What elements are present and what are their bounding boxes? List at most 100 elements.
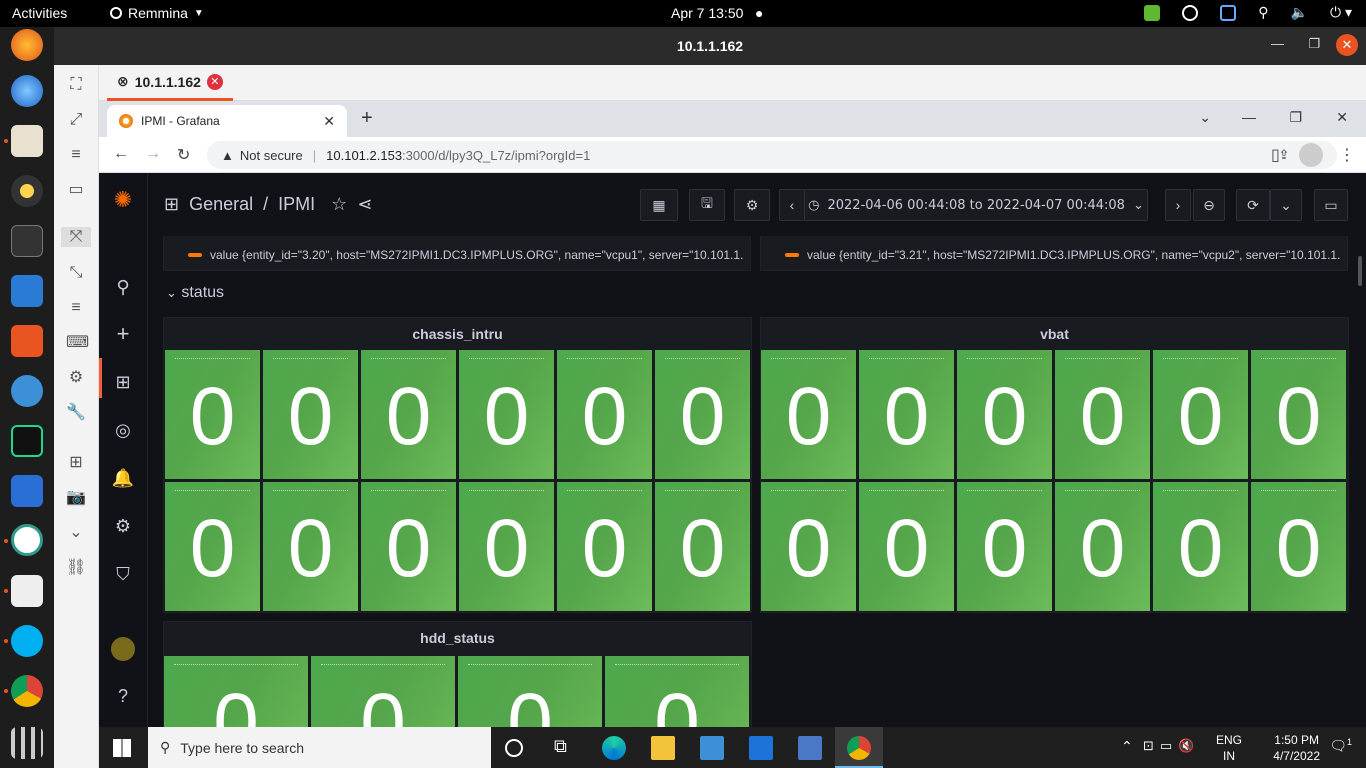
search-icon[interactable]: ⚲ bbox=[111, 275, 135, 299]
volume-icon[interactable]: 🔈 bbox=[1291, 4, 1308, 21]
breadcrumb-dashboard[interactable]: IPMI bbox=[278, 194, 315, 215]
explore-icon[interactable]: ◎ bbox=[111, 418, 135, 442]
menu-icon[interactable]: ≡ bbox=[66, 145, 86, 165]
taskbar-clock[interactable]: 1:50 PM 4/7/2022 bbox=[1273, 732, 1320, 764]
zoom-out-button[interactable]: ⊖ bbox=[1193, 189, 1225, 221]
close-button[interactable]: ✕ bbox=[1336, 34, 1358, 56]
mail-icon[interactable] bbox=[749, 736, 773, 760]
stat-tile[interactable]: 0 bbox=[361, 350, 456, 479]
panel-hdd-status[interactable]: hdd_status 0 0 0 0 bbox=[163, 621, 752, 727]
minimize-button[interactable]: — bbox=[1242, 109, 1256, 125]
restore-button[interactable]: ❐ bbox=[1289, 109, 1302, 126]
panel-title[interactable]: hdd_status bbox=[164, 630, 751, 646]
disconnect-icon[interactable]: ⛓ bbox=[66, 558, 86, 578]
store-icon[interactable] bbox=[700, 736, 724, 760]
stat-tile[interactable]: 0 bbox=[655, 482, 750, 611]
menu-icon[interactable]: ≡ bbox=[66, 298, 86, 318]
text-editor-icon[interactable] bbox=[11, 575, 43, 607]
back-icon[interactable]: ← bbox=[113, 145, 129, 163]
window-icon[interactable]: ▭ bbox=[66, 180, 86, 200]
resize-icon[interactable]: ⤡ bbox=[66, 263, 86, 283]
show-apps-icon[interactable] bbox=[11, 727, 43, 759]
tools-icon[interactable]: 🔧 bbox=[66, 403, 86, 423]
writer-icon[interactable] bbox=[11, 275, 43, 307]
address-bar[interactable]: ▲ Not secure | 10.101.2.153:3000/d/lpy3Q… bbox=[207, 141, 1337, 169]
app-menu[interactable]: Remmina ▼ bbox=[110, 5, 204, 21]
stat-tile[interactable]: 0 bbox=[859, 482, 954, 611]
vpn-app-icon[interactable] bbox=[11, 475, 43, 507]
notification-icon[interactable]: 🗨1 bbox=[1329, 737, 1352, 755]
panel-vbat[interactable]: vbat 000000000000 bbox=[760, 317, 1349, 613]
activities-button[interactable]: Activities bbox=[12, 5, 67, 21]
new-tab-button[interactable]: + bbox=[361, 107, 373, 130]
task-view-icon[interactable]: ⧉ bbox=[554, 736, 578, 760]
stat-tile[interactable]: 0 bbox=[263, 482, 358, 611]
legend-item[interactable]: value {entity_id="3.20", host="MS272IPMI… bbox=[188, 248, 743, 262]
power-icon[interactable]: ⏻ ▾ bbox=[1330, 4, 1352, 21]
panel-title[interactable]: chassis_intru bbox=[164, 326, 751, 342]
close-window-button[interactable]: ✕ bbox=[1336, 109, 1348, 126]
dashboard-row-status[interactable]: ⌄ status bbox=[166, 284, 224, 302]
vpn-shield-icon[interactable] bbox=[1220, 4, 1237, 21]
share-icon[interactable]: ⇪ bbox=[1278, 147, 1289, 163]
stat-tile[interactable]: 0 bbox=[859, 350, 954, 479]
stat-tile[interactable]: 0 bbox=[459, 482, 554, 611]
url-text[interactable]: 10.101.2.153:3000/d/lpy3Q_L7z/ipmi?orgId… bbox=[326, 148, 590, 163]
dashboard-settings-button[interactable]: ⚙ bbox=[734, 189, 770, 221]
stat-tile[interactable]: 0 bbox=[761, 350, 856, 479]
scrollbar[interactable] bbox=[1358, 256, 1362, 286]
shield-check-icon[interactable] bbox=[1144, 4, 1161, 21]
stat-tile[interactable]: 0 bbox=[761, 482, 856, 611]
stat-tile[interactable]: 0 bbox=[1251, 482, 1346, 611]
stat-tile[interactable]: 0 bbox=[1251, 350, 1346, 479]
forward-icon[interactable]: → bbox=[145, 145, 161, 163]
view-mode-button[interactable]: ▭ bbox=[1314, 189, 1348, 221]
software-icon[interactable] bbox=[11, 325, 43, 357]
refresh-button[interactable]: ⟳ bbox=[1236, 189, 1270, 221]
stat-tile[interactable]: 0 bbox=[557, 350, 652, 479]
stat-tile[interactable]: 0 bbox=[605, 656, 749, 727]
stat-tile[interactable]: 0 bbox=[311, 656, 455, 727]
fit-window-icon[interactable]: ⛶ bbox=[66, 75, 86, 95]
security-label[interactable]: Not secure bbox=[240, 148, 303, 163]
cortana-icon[interactable] bbox=[505, 739, 523, 757]
network-icon[interactable]: ⚲ bbox=[1258, 4, 1268, 21]
reload-icon[interactable]: ↻ bbox=[177, 145, 190, 165]
thunderbird-icon[interactable] bbox=[11, 75, 43, 107]
close-tab-icon[interactable]: ✕ bbox=[206, 73, 223, 90]
fullscreen-icon[interactable]: ⤢ bbox=[66, 110, 86, 130]
clock[interactable]: Apr 7 13:50 ● bbox=[671, 5, 764, 21]
dashboards-icon[interactable]: ⊞ bbox=[111, 370, 135, 394]
rhythmbox-icon[interactable] bbox=[11, 175, 43, 207]
minimize-button[interactable]: — bbox=[1271, 36, 1284, 51]
stat-tile[interactable]: 0 bbox=[1055, 350, 1150, 479]
stat-tile[interactable]: 0 bbox=[957, 482, 1052, 611]
grafana-logo-icon[interactable]: ✺ bbox=[111, 188, 135, 212]
browser-tab[interactable]: IPMI - Grafana ✕ bbox=[107, 105, 347, 137]
skype-icon[interactable] bbox=[11, 625, 43, 657]
pycharm-icon[interactable] bbox=[11, 425, 43, 457]
maximize-button[interactable]: ❐ bbox=[1308, 36, 1320, 52]
taskbar-search-input[interactable]: ⚲ Type here to search bbox=[148, 727, 491, 768]
duplicate-icon[interactable]: ⊞ bbox=[66, 453, 86, 473]
star-icon[interactable]: ☆ bbox=[331, 194, 347, 215]
stat-tile[interactable]: 0 bbox=[361, 482, 456, 611]
save-dashboard-button[interactable]: 🖫 bbox=[689, 189, 725, 221]
panel-title[interactable]: vbat bbox=[761, 326, 1348, 342]
chevron-down-icon[interactable]: ⌄ bbox=[66, 523, 86, 543]
add-panel-button[interactable]: ▦ bbox=[640, 189, 678, 221]
tray-icons[interactable]: ⊡▭🔇 bbox=[1143, 738, 1200, 754]
legend-item[interactable]: value {entity_id="3.21", host="MS272IPMI… bbox=[785, 248, 1340, 262]
help-icon[interactable]: ? bbox=[111, 684, 135, 708]
stat-tile[interactable]: 0 bbox=[458, 656, 602, 727]
tray-chevron-icon[interactable]: ⌃ bbox=[1121, 738, 1133, 755]
stat-tile[interactable]: 0 bbox=[957, 350, 1052, 479]
firefox-icon[interactable] bbox=[11, 29, 43, 61]
time-forward-button[interactable]: › bbox=[1165, 189, 1191, 221]
stat-tile[interactable]: 0 bbox=[1153, 350, 1248, 479]
remote-icon[interactable] bbox=[1182, 4, 1199, 21]
panel-chassis-intru[interactable]: chassis_intru 000000000000 bbox=[163, 317, 752, 613]
file-explorer-icon[interactable] bbox=[651, 736, 675, 760]
help-icon[interactable] bbox=[11, 375, 43, 407]
close-tab-icon[interactable]: ✕ bbox=[323, 113, 335, 130]
